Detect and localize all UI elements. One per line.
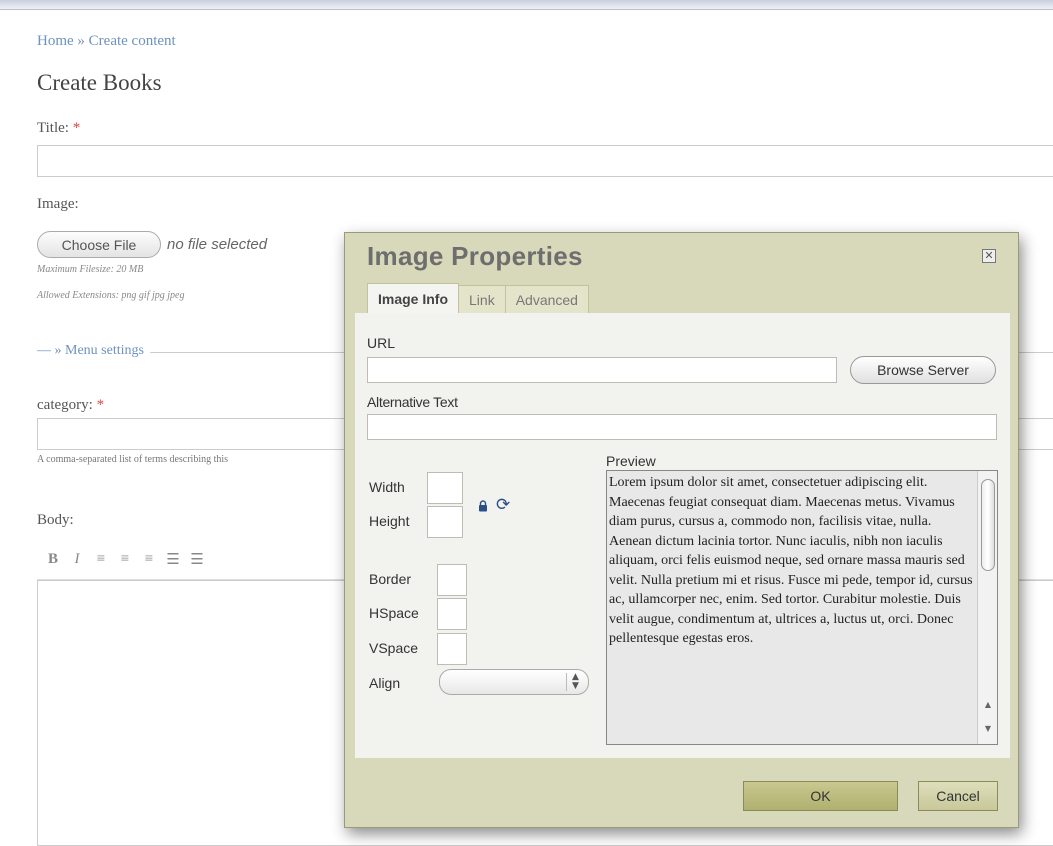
category-description: A comma-separated list of terms describi…: [37, 454, 229, 465]
category-label-text: category:: [37, 397, 93, 413]
menu-settings-label: » Menu settings: [54, 343, 144, 358]
title-label-text: Title:: [37, 120, 69, 136]
menu-settings-toggle[interactable]: — » Menu settings: [37, 343, 150, 359]
body-label: Body:: [37, 512, 74, 528]
bullet-list-button[interactable]: ☰: [163, 550, 183, 570]
alt-text-input[interactable]: [367, 414, 997, 440]
tab-link[interactable]: Link: [458, 285, 506, 313]
dialog-tabs: Image Info Link Advanced: [367, 283, 589, 313]
category-label: category: *: [37, 397, 104, 414]
vspace-input[interactable]: [437, 633, 467, 665]
scroll-down-icon[interactable]: ▼: [978, 724, 997, 733]
allowed-extensions-hint: Allowed Extensions: png gif jpg jpeg: [37, 290, 185, 301]
italic-button[interactable]: I: [67, 550, 87, 570]
align-select[interactable]: ▲ ▼: [439, 669, 589, 695]
preview-label: Preview: [606, 453, 656, 469]
category-required-mark: *: [96, 397, 105, 413]
url-input[interactable]: [367, 357, 837, 383]
border-label: Border: [369, 571, 412, 587]
page-title: Create Books: [37, 70, 162, 95]
height-input[interactable]: [427, 506, 463, 538]
tab-image-info[interactable]: Image Info: [367, 283, 460, 313]
reset-size-icon[interactable]: ⟳: [496, 495, 510, 515]
no-file-text: no file selected: [167, 236, 268, 253]
choose-file-button[interactable]: Choose File: [37, 231, 161, 258]
align-right-button[interactable]: ≡: [139, 550, 159, 570]
breadcrumb[interactable]: Home » Create content: [37, 33, 176, 50]
lock-ratio-icon[interactable]: [478, 500, 488, 512]
width-input[interactable]: [427, 472, 463, 504]
border-input[interactable]: [437, 564, 467, 596]
align-left-button[interactable]: ≡: [91, 550, 111, 570]
title-label: Title: *: [37, 120, 80, 137]
ok-button[interactable]: OK: [743, 781, 898, 811]
width-label: Width: [369, 479, 405, 495]
align-center-button[interactable]: ≡: [115, 550, 135, 570]
height-label: Height: [369, 513, 410, 529]
vspace-label: VSpace: [369, 640, 419, 656]
required-mark: *: [72, 120, 81, 136]
image-label: Image:: [37, 196, 79, 212]
title-input[interactable]: [37, 145, 1053, 177]
bold-button[interactable]: B: [43, 550, 63, 570]
hspace-label: HSpace: [369, 605, 419, 621]
preview-box: Lorem ipsum dolor sit amet, consectetuer…: [606, 470, 998, 745]
scroll-thumb[interactable]: [981, 479, 995, 571]
preview-scrollbar[interactable]: ▲ ▼: [977, 471, 997, 744]
browse-server-button[interactable]: Browse Server: [850, 356, 996, 384]
tab-advanced[interactable]: Advanced: [504, 285, 589, 313]
preview-text: Lorem ipsum dolor sit amet, consectetuer…: [609, 475, 973, 646]
fieldset-dash: —: [37, 343, 55, 358]
numbered-list-button[interactable]: ☰: [187, 550, 207, 570]
cancel-button[interactable]: Cancel: [918, 781, 998, 811]
close-icon[interactable]: ✕: [982, 249, 996, 263]
alt-text-label: Alternative Text: [367, 394, 458, 410]
align-label: Align: [369, 675, 401, 691]
image-properties-dialog: Image Properties ✕ Image Info Link Advan…: [344, 232, 1019, 828]
hspace-input[interactable]: [437, 598, 467, 630]
scroll-up-icon[interactable]: ▲: [978, 700, 997, 709]
image-info-panel: URL Browse Server Alternative Text Width…: [355, 313, 1010, 758]
dialog-title: Image Properties: [367, 241, 583, 271]
select-arrows-icon: ▲ ▼: [566, 673, 584, 691]
max-filesize-hint: Maximum Filesize: 20 MB: [37, 264, 144, 275]
url-label: URL: [367, 335, 396, 351]
